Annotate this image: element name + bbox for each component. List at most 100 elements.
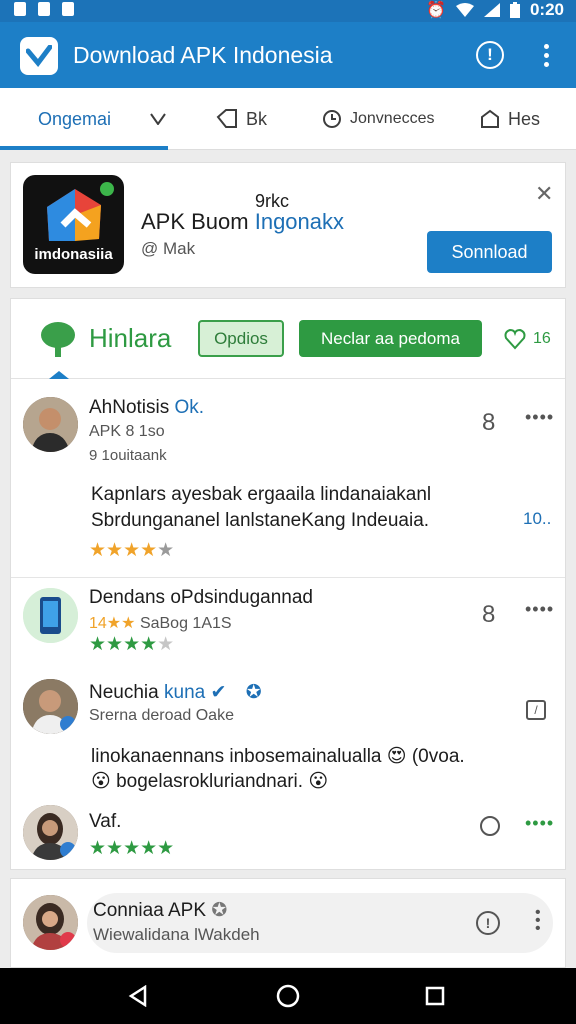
author-name-blue: kuna [164,682,206,703]
tree-icon [41,322,75,357]
comment-bubble[interactable]: Conniaa APK ✪ Wiewalidana lWakdeh ! • • • [87,893,553,953]
author-name: Neuchia [89,682,159,703]
info-icon[interactable]: ! [476,41,504,69]
feed-card: Hinlara Opdios Neclar aa pedoma 16 AhNot… [10,298,566,870]
avatar[interactable] [23,895,78,950]
post-meta: Srerna deroad Oake [89,707,234,724]
primary-pill-button[interactable]: Neclar aa pedoma [299,320,482,357]
author-name: AhNotisis [89,397,170,418]
recents-icon[interactable] [425,986,445,1006]
comment-author-name: Conniaa APK [93,900,207,921]
notification-icon [14,2,26,16]
stars-empty: ★ [157,634,175,655]
options-pill[interactable]: Opdios [198,320,284,357]
more-vert-icon[interactable]: • • • [535,905,541,937]
back-icon[interactable] [128,985,148,1007]
signal-icon [483,3,500,17]
home-nav-icon[interactable] [276,984,300,1008]
timer-icon [323,110,341,128]
meta-rating: 14★★ [89,615,136,632]
edit-icon[interactable]: / [526,700,546,720]
app-logo-icon [20,37,58,75]
stars-empty: ★ [157,540,175,561]
verified-icon: ✪ [211,900,228,921]
ad-title: APK Buom Ingonakx [141,209,344,235]
app-notification-icon [62,2,74,16]
filter-icon [150,113,166,125]
post-author[interactable]: Neuchia kuna ✔ ✪ [89,681,262,704]
post-author[interactable]: AhNotisis Ok. [89,397,204,419]
post-meta: APK 8 1so [89,423,165,440]
tab-ongemai[interactable]: Ongemai [38,106,111,132]
post-meta: 14★★ SaBog 1A1S [89,613,232,633]
info-icon[interactable]: ! [476,911,500,935]
tab-bar: Ongemai Bk Jonvnecces Hes [0,88,576,150]
post-body-line: 😮 bogelasrokluriandnari. 😮 [91,771,329,792]
post-meta-secondary: 9 1ouitaank [89,447,167,464]
likes-counter[interactable]: 16 [503,327,551,351]
alarm-icon: ⏰ [426,2,446,19]
avatar[interactable] [23,805,78,860]
more-horiz-icon[interactable]: •••• [525,599,554,620]
avatar[interactable] [23,397,78,452]
more-vert-icon[interactable] [536,41,556,71]
badge-icon: ✪ [245,682,262,703]
feed-header: Hinlara Opdios Neclar aa pedoma 16 [11,299,565,379]
avatar[interactable] [23,588,78,643]
battery-icon [509,2,520,18]
post-author[interactable]: Vaf. [89,811,121,833]
caret-indicator [49,371,69,379]
app-icon-label: imdonasiia [34,246,113,263]
app-bar: Download APK Indonesia ! [0,22,576,88]
clock: 0:20 [529,0,564,19]
post-body-line: Sbrdungananel lanlstaneKang Indeuaia. [91,510,430,531]
heart-icon [504,328,526,350]
tab-label: Jonvnecces [350,110,435,127]
ad-subtitle: @ Mak [141,239,196,258]
tab-label: Bk [246,108,268,129]
star-rating: ★★★★★ [89,539,174,562]
post-body-line: Kapnlars ayesbak ergaaila lindanaiakanl [91,484,432,505]
image-notification-icon [38,2,50,16]
comment-card: Conniaa APK ✪ Wiewalidana lWakdeh ! • • • [10,878,566,968]
comment-author: Conniaa APK ✪ [93,899,227,922]
system-nav-bar [0,968,576,1024]
more-horiz-icon[interactable]: •••• [525,813,554,834]
avatar[interactable] [23,679,78,734]
tab-jonvnecces[interactable]: Jonvnecces [322,106,435,132]
post-body-line: linokanaennans inbosemainalualla 😍 (0voa… [91,746,465,767]
home-icon [481,109,499,128]
verified-badge-text: Ok. [174,397,205,418]
tag-icon [216,109,237,128]
star-rating: ★★★★★ [89,633,174,656]
likes-count: 16 [533,330,551,347]
status-bar: ⏰ 0:20 [0,0,576,22]
app-icon[interactable]: imdonasiia [23,175,124,274]
post-count: 8 [482,601,496,628]
ad-title-blue: Ingonakx [254,209,345,234]
radio-icon[interactable] [480,816,500,836]
meta-text: SaBog 1A1S [139,615,232,632]
comment-text: Wiewalidana lWakdeh [93,925,260,944]
wifi-icon [455,3,474,17]
feed-brand: Hinlara [89,323,172,353]
app-title: Download APK Indonesia [73,42,333,68]
tab-filter[interactable] [150,106,166,132]
post-author[interactable]: Dendans oPdsindugannad [89,587,313,609]
ad-title-text: APK Buom [141,209,255,234]
stars-filled: ★★★★ [89,540,158,561]
verified-icon: ✔ [210,682,227,703]
tab-label: Ongemai [38,108,112,129]
tab-indicator [0,146,168,150]
ad-card[interactable]: imdonasiia 9rkc APK Buom Ingonakx @ Mak … [10,162,566,288]
star-rating: ★★★★★ [89,838,175,859]
stars-filled: ★★★★ [89,634,158,655]
tab-bk[interactable]: Bk [216,106,267,132]
more-horiz-icon[interactable]: •••• [525,407,554,428]
post-side-number[interactable]: 10.. [523,509,551,529]
tab-hes[interactable]: Hes [480,106,540,132]
divider [11,577,565,578]
post-count: 8 [482,409,496,436]
download-button[interactable]: Sonnload [427,231,552,273]
close-icon[interactable]: ✕ [535,181,553,207]
